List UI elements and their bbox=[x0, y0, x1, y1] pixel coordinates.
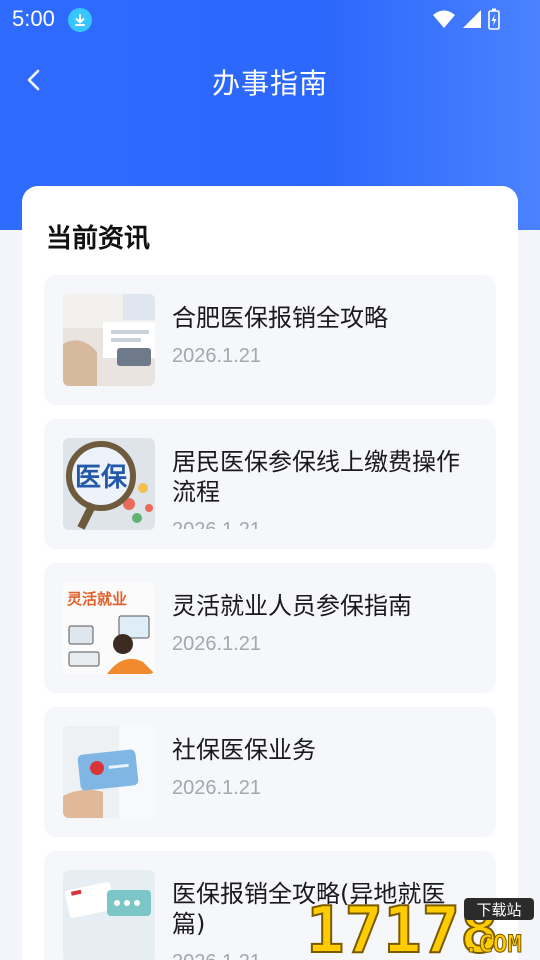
signal-icon bbox=[462, 9, 482, 33]
news-title: 社保医保业务 bbox=[172, 736, 316, 764]
wifi-icon bbox=[432, 9, 456, 33]
news-thumbnail: 医保 bbox=[63, 438, 155, 530]
battery-icon bbox=[488, 8, 500, 34]
list-item[interactable]: 医保 居民医保参保线上缴费操作流程 2026.1.21 bbox=[44, 419, 496, 549]
list-item[interactable]: 合肥医保报销全攻略 2026.1.21 bbox=[44, 275, 496, 405]
section-title: 当前资讯 bbox=[46, 224, 151, 254]
news-text: 灵活就业人员参保指南 2026.1.21 bbox=[172, 591, 472, 673]
news-title: 合肥医保报销全攻略 bbox=[172, 304, 388, 332]
app-header: 办事指南 bbox=[0, 50, 540, 110]
news-list: 合肥医保报销全攻略 2026.1.21 医保 居民医保参保线上缴费操作流程 灵活… bbox=[44, 275, 496, 960]
news-thumbnail bbox=[63, 726, 155, 818]
news-text: 合肥医保报销全攻略 2026.1.21 bbox=[172, 303, 472, 385]
news-date: 2026.1.21 bbox=[172, 345, 261, 367]
status-time: 5:00 bbox=[12, 6, 55, 31]
news-title: 居民医保参保线上缴费操作流程 bbox=[172, 448, 460, 506]
thumbnail-label: 灵活就业 bbox=[67, 590, 127, 608]
news-card: 当前资讯 合肥医保报销全攻略 2026.1.21 医保 居民医保参保线上缴费操作… bbox=[22, 186, 518, 960]
list-item[interactable]: 医保报销全攻略(异地就医篇) 2026.1.21 bbox=[44, 851, 496, 960]
news-thumbnail bbox=[63, 870, 155, 960]
news-text: 医保报销全攻略(异地就医篇) 2026.1.21 bbox=[172, 879, 472, 960]
news-date: 2026.1.21 bbox=[172, 519, 472, 529]
news-date: 2026.1.21 bbox=[172, 777, 261, 799]
news-title: 医保报销全攻略(异地就医篇) bbox=[172, 880, 446, 938]
news-title: 灵活就业人员参保指南 bbox=[172, 592, 412, 620]
news-date: 2026.1.21 bbox=[172, 633, 261, 655]
news-text: 居民医保参保线上缴费操作流程 2026.1.21 bbox=[172, 447, 472, 529]
news-text: 社保医保业务 2026.1.21 bbox=[172, 735, 472, 817]
status-bar: 5:00 bbox=[0, 0, 540, 38]
news-thumbnail: 灵活就业 bbox=[63, 582, 155, 674]
thumbnail-label: 医保 bbox=[75, 463, 128, 493]
news-thumbnail bbox=[63, 294, 155, 386]
list-item[interactable]: 社保医保业务 2026.1.21 bbox=[44, 707, 496, 837]
download-icon bbox=[68, 8, 92, 32]
news-date: 2026.1.21 bbox=[172, 951, 472, 960]
page-title: 办事指南 bbox=[211, 67, 328, 100]
list-item[interactable]: 灵活就业 灵活就业人员参保指南 2026.1.21 bbox=[44, 563, 496, 693]
